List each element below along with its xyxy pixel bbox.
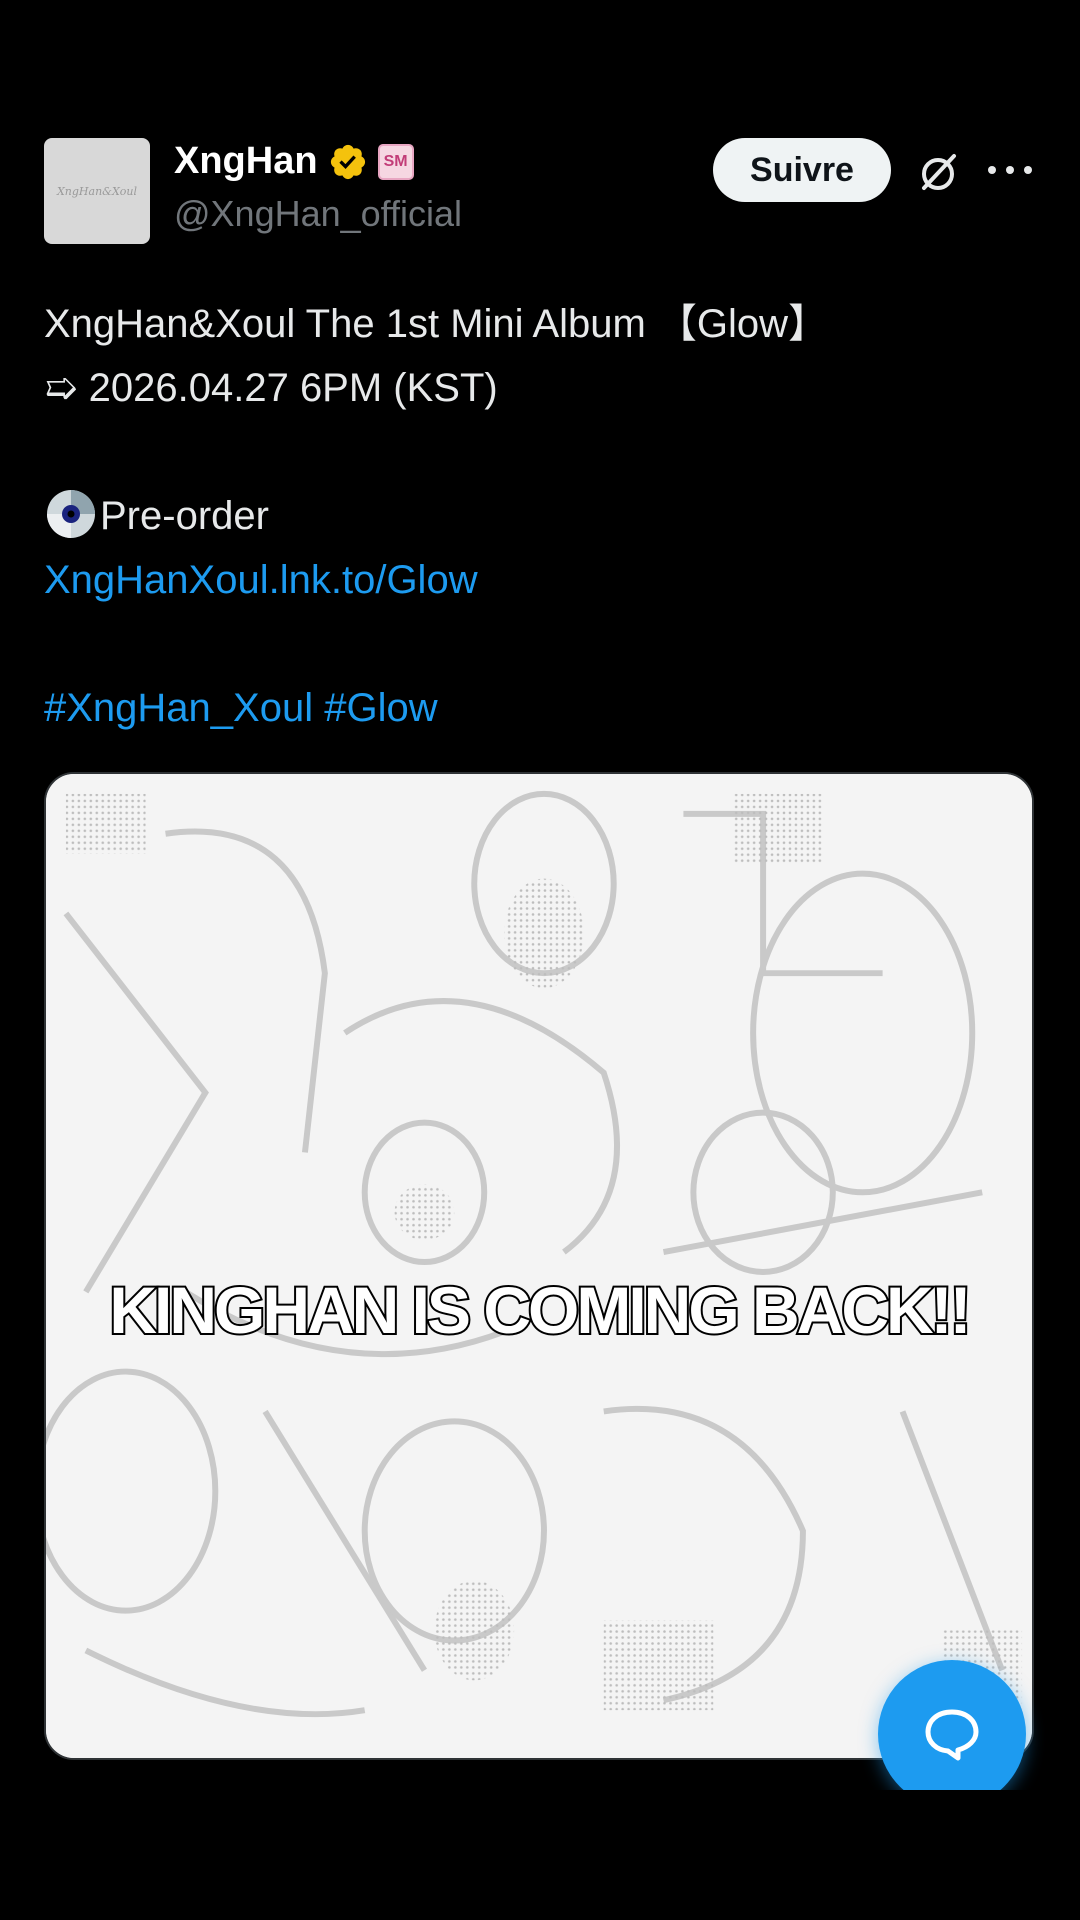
compose-chat-button[interactable] — [878, 1660, 1026, 1790]
chat-bubble-icon — [925, 1709, 979, 1761]
media-caption: KINGHAN IS COMING BACK!! — [107, 1271, 973, 1349]
author-handle[interactable]: @XngHan_official — [174, 193, 462, 235]
affiliation-badge[interactable]: SM — [377, 143, 414, 180]
avatar[interactable]: XngHan&Xoul — [44, 138, 150, 244]
hashtag-link[interactable]: #Glow — [324, 686, 437, 730]
more-options-icon[interactable] — [988, 148, 1032, 192]
post-header: XngHan&Xoul XngHan SM @XngHan_official S… — [44, 138, 1044, 246]
author-name-row: XngHan SM — [174, 140, 414, 183]
avatar-text: XngHan&Xoul — [56, 184, 138, 198]
verified-badge-icon — [330, 144, 365, 179]
hashtag-link[interactable]: #XngHan_Xoul — [44, 686, 313, 730]
preorder-link[interactable]: XngHanXoul.lnk.to/Glow — [44, 548, 1034, 612]
preorder-line: Pre-order — [44, 484, 1034, 548]
media-artwork — [46, 774, 1032, 1758]
grok-icon[interactable] — [914, 148, 962, 196]
post-line-date: ➯ 2026.04.27 6PM (KST) — [44, 366, 498, 410]
author-name[interactable]: XngHan — [174, 140, 318, 183]
follow-button[interactable]: Suivre — [713, 138, 891, 202]
post-line-title: XngHan&Xoul The 1st Mini Album 【Glow】 — [44, 302, 829, 346]
post-media-video[interactable]: KINGHAN IS COMING BACK!! — [44, 772, 1034, 1760]
fab-container — [840, 1640, 1080, 1790]
post-text: XngHan&Xoul The 1st Mini Album 【Glow】 ➯ … — [44, 292, 1034, 740]
disc-icon — [47, 490, 95, 538]
preorder-label: Pre-order — [100, 494, 269, 538]
